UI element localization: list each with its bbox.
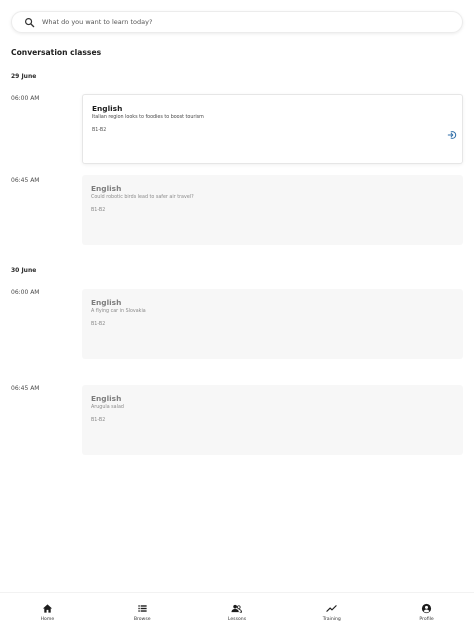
class-topic: Italian region looks to foodies to boost…: [92, 115, 204, 120]
search-input[interactable]: [42, 18, 422, 26]
class-level: B1-B2: [91, 208, 106, 213]
trending-icon: [326, 605, 337, 612]
date-header: 29 June: [11, 73, 37, 80]
nav-item-home[interactable]: Home: [17, 603, 77, 622]
nav-label: Profile: [419, 617, 434, 622]
class-topic: Arugula salad: [91, 405, 124, 410]
class-language: English: [91, 184, 122, 193]
home-icon: [42, 604, 52, 613]
lessons-icon: [231, 604, 243, 613]
nav-item-browse[interactable]: Browse: [112, 603, 172, 622]
class-level: B1-B2: [91, 418, 106, 423]
class-level: B1-B2: [92, 128, 107, 133]
class-language: English: [91, 394, 122, 403]
class-card[interactable]: English Could robotic birds lead to safe…: [82, 175, 463, 245]
nav-label: Home: [40, 617, 55, 622]
nav-label: Browse: [133, 617, 151, 622]
class-topic: Could robotic birds lead to safer air tr…: [91, 195, 194, 200]
nav-item-training[interactable]: Training: [302, 603, 362, 622]
profile-icon: [421, 603, 432, 614]
page-title: Conversation classes: [11, 48, 102, 57]
class-card[interactable]: English A flying car in Slovakia B1-B2: [82, 289, 463, 359]
class-topic: A flying car in Slovakia: [91, 309, 146, 314]
class-level: B1-B2: [91, 322, 106, 327]
nav-label: Lessons: [227, 617, 247, 622]
date-header: 30 June: [11, 267, 37, 274]
class-language: English: [92, 104, 123, 113]
join-class-icon[interactable]: [447, 125, 457, 139]
nav-label: Training: [322, 617, 341, 622]
slot-time: 06:00 AM: [11, 289, 40, 296]
slot-time: 06:45 AM: [11, 177, 40, 184]
slot-time: 06:00 AM: [11, 95, 40, 102]
class-card[interactable]: English Italian region looks to foodies …: [82, 94, 463, 164]
nav-item-lessons[interactable]: Lessons: [207, 603, 267, 622]
class-language: English: [91, 298, 122, 307]
search-icon: [24, 17, 35, 28]
bottom-nav: Home Browse Lessons Training Profile: [0, 592, 474, 632]
nav-item-profile[interactable]: Profile: [397, 603, 457, 622]
class-card[interactable]: English Arugula salad B1-B2: [82, 385, 463, 455]
search-bar[interactable]: [11, 11, 463, 33]
slot-time: 06:45 AM: [11, 385, 40, 392]
list-icon: [138, 605, 147, 612]
